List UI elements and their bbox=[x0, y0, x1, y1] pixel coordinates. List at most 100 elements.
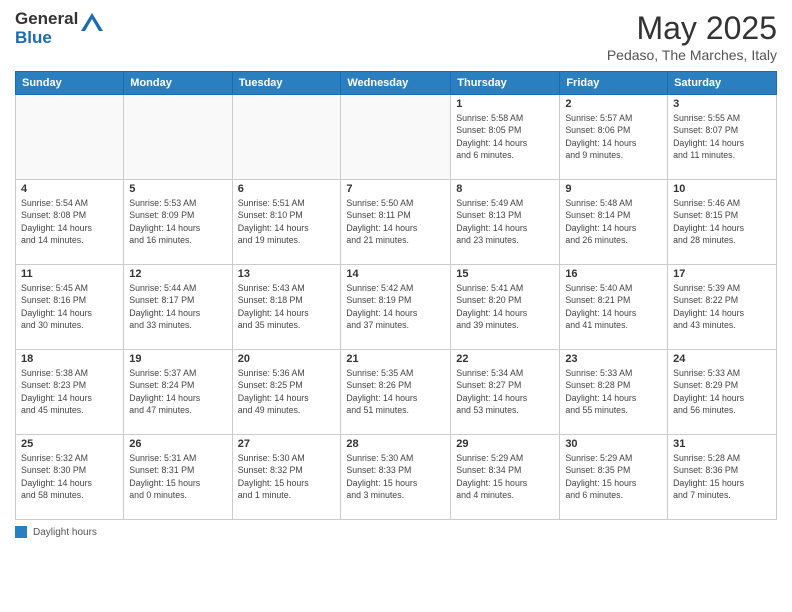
location-subtitle: Pedaso, The Marches, Italy bbox=[607, 47, 777, 63]
header-thursday: Thursday bbox=[451, 72, 560, 95]
logo-icon bbox=[81, 13, 103, 36]
logo-blue-text: Blue bbox=[15, 28, 52, 47]
day-number: 3 bbox=[673, 98, 771, 110]
day-cell bbox=[124, 95, 232, 180]
day-info: Sunrise: 5:36 AM Sunset: 8:25 PM Dayligh… bbox=[238, 367, 336, 416]
day-info: Sunrise: 5:40 AM Sunset: 8:21 PM Dayligh… bbox=[565, 282, 662, 331]
day-number: 29 bbox=[456, 438, 554, 450]
day-info: Sunrise: 5:41 AM Sunset: 8:20 PM Dayligh… bbox=[456, 282, 554, 331]
day-cell: 15 Sunrise: 5:41 AM Sunset: 8:20 PM Dayli… bbox=[451, 265, 560, 350]
day-cell: 16Sunrise: 5:40 AM Sunset: 8:21 PM Dayli… bbox=[560, 265, 668, 350]
day-cell: 2 Sunrise: 5:57 AM Sunset: 8:06 PM Daylig… bbox=[560, 95, 668, 180]
day-number: 27 bbox=[238, 438, 336, 450]
day-cell: 30Sunrise: 5:29 AM Sunset: 8:35 PM Dayli… bbox=[560, 435, 668, 520]
footer-label: Daylight hours bbox=[33, 527, 97, 538]
day-cell: 23 Sunrise: 5:33 AM Sunset: 8:28 PM Dayli… bbox=[560, 350, 668, 435]
day-info: Sunrise: 5:33 AM Sunset: 8:28 PM Dayligh… bbox=[565, 367, 662, 416]
day-number: 14 bbox=[346, 268, 445, 280]
day-number: 25 bbox=[21, 438, 118, 450]
day-number: 26 bbox=[129, 438, 226, 450]
day-number: 23 bbox=[565, 353, 662, 365]
logo: General Blue bbox=[15, 10, 103, 47]
day-cell: 6Sunrise: 5:51 AM Sunset: 8:10 PM Daylig… bbox=[232, 180, 341, 265]
day-cell: 24Sunrise: 5:33 AM Sunset: 8:29 PM Dayli… bbox=[668, 350, 777, 435]
day-cell: 11Sunrise: 5:45 AM Sunset: 8:16 PM Dayli… bbox=[16, 265, 124, 350]
day-cell: 28Sunrise: 5:30 AM Sunset: 8:33 PM Dayli… bbox=[341, 435, 451, 520]
footer: Daylight hours bbox=[15, 526, 777, 538]
week-row-3: 11Sunrise: 5:45 AM Sunset: 8:16 PM Dayli… bbox=[16, 265, 777, 350]
title-section: May 2025 Pedaso, The Marches, Italy bbox=[607, 10, 777, 63]
day-info: Sunrise: 5:30 AM Sunset: 8:32 PM Dayligh… bbox=[238, 452, 336, 501]
day-number: 9 bbox=[565, 183, 662, 195]
day-cell bbox=[16, 95, 124, 180]
day-cell: 9Sunrise: 5:48 AM Sunset: 8:14 PM Daylig… bbox=[560, 180, 668, 265]
day-cell: 17 Sunrise: 5:39 AM Sunset: 8:22 PM Dayli… bbox=[668, 265, 777, 350]
day-cell: 19 Sunrise: 5:37 AM Sunset: 8:24 PM Dayli… bbox=[124, 350, 232, 435]
day-number: 13 bbox=[238, 268, 336, 280]
day-number: 20 bbox=[238, 353, 336, 365]
day-info: Sunrise: 5:33 AM Sunset: 8:29 PM Dayligh… bbox=[673, 367, 771, 416]
week-row-5: 25Sunrise: 5:32 AM Sunset: 8:30 PM Dayli… bbox=[16, 435, 777, 520]
day-number: 30 bbox=[565, 438, 662, 450]
day-cell: 31 Sunrise: 5:28 AM Sunset: 8:36 PM Dayli… bbox=[668, 435, 777, 520]
day-info: Sunrise: 5:39 AM Sunset: 8:22 PM Dayligh… bbox=[673, 282, 771, 331]
day-cell: 21Sunrise: 5:35 AM Sunset: 8:26 PM Dayli… bbox=[341, 350, 451, 435]
day-cell bbox=[232, 95, 341, 180]
day-number: 22 bbox=[456, 353, 554, 365]
weekday-header-row: Sunday Monday Tuesday Wednesday Thursday… bbox=[16, 72, 777, 95]
day-info: Sunrise: 5:28 AM Sunset: 8:36 PM Dayligh… bbox=[673, 452, 771, 501]
header-friday: Friday bbox=[560, 72, 668, 95]
week-row-4: 18 Sunrise: 5:38 AM Sunset: 8:23 PM Dayli… bbox=[16, 350, 777, 435]
day-cell: 22 Sunrise: 5:34 AM Sunset: 8:27 PM Dayli… bbox=[451, 350, 560, 435]
day-number: 28 bbox=[346, 438, 445, 450]
day-cell: 3 Sunrise: 5:55 AM Sunset: 8:07 PM Daylig… bbox=[668, 95, 777, 180]
day-number: 31 bbox=[673, 438, 771, 450]
day-info: Sunrise: 5:46 AM Sunset: 8:15 PM Dayligh… bbox=[673, 197, 771, 246]
day-cell: 29Sunrise: 5:29 AM Sunset: 8:34 PM Dayli… bbox=[451, 435, 560, 520]
day-info: Sunrise: 5:54 AM Sunset: 8:08 PM Dayligh… bbox=[21, 197, 118, 246]
day-number: 5 bbox=[129, 183, 226, 195]
day-info: Sunrise: 5:58 AM Sunset: 8:05 PM Dayligh… bbox=[456, 112, 554, 161]
day-cell: 14Sunrise: 5:42 AM Sunset: 8:19 PM Dayli… bbox=[341, 265, 451, 350]
page: General Blue May 2025 Pedaso, The Marche… bbox=[0, 0, 792, 612]
header-wednesday: Wednesday bbox=[341, 72, 451, 95]
day-info: Sunrise: 5:45 AM Sunset: 8:16 PM Dayligh… bbox=[21, 282, 118, 331]
day-number: 8 bbox=[456, 183, 554, 195]
logo-general-text: General Blue bbox=[15, 10, 78, 47]
header-monday: Monday bbox=[124, 72, 232, 95]
day-info: Sunrise: 5:55 AM Sunset: 8:07 PM Dayligh… bbox=[673, 112, 771, 161]
day-info: Sunrise: 5:38 AM Sunset: 8:23 PM Dayligh… bbox=[21, 367, 118, 416]
day-number: 17 bbox=[673, 268, 771, 280]
day-number: 18 bbox=[21, 353, 118, 365]
day-cell: 5 Sunrise: 5:53 AM Sunset: 8:09 PM Daylig… bbox=[124, 180, 232, 265]
day-number: 10 bbox=[673, 183, 771, 195]
day-info: Sunrise: 5:53 AM Sunset: 8:09 PM Dayligh… bbox=[129, 197, 226, 246]
calendar-body: 1 Sunrise: 5:58 AM Sunset: 8:05 PM Daylig… bbox=[16, 95, 777, 520]
day-number: 1 bbox=[456, 98, 554, 110]
day-cell: 10 Sunrise: 5:46 AM Sunset: 8:15 PM Dayli… bbox=[668, 180, 777, 265]
day-cell bbox=[341, 95, 451, 180]
day-number: 19 bbox=[129, 353, 226, 365]
week-row-1: 1 Sunrise: 5:58 AM Sunset: 8:05 PM Daylig… bbox=[16, 95, 777, 180]
calendar: Sunday Monday Tuesday Wednesday Thursday… bbox=[15, 71, 777, 520]
footer-bullet bbox=[15, 526, 27, 538]
day-cell: 7Sunrise: 5:50 AM Sunset: 8:11 PM Daylig… bbox=[341, 180, 451, 265]
day-info: Sunrise: 5:57 AM Sunset: 8:06 PM Dayligh… bbox=[565, 112, 662, 161]
day-cell: 26Sunrise: 5:31 AM Sunset: 8:31 PM Dayli… bbox=[124, 435, 232, 520]
day-info: Sunrise: 5:34 AM Sunset: 8:27 PM Dayligh… bbox=[456, 367, 554, 416]
day-number: 12 bbox=[129, 268, 226, 280]
week-row-2: 4Sunrise: 5:54 AM Sunset: 8:08 PM Daylig… bbox=[16, 180, 777, 265]
day-number: 2 bbox=[565, 98, 662, 110]
day-info: Sunrise: 5:35 AM Sunset: 8:26 PM Dayligh… bbox=[346, 367, 445, 416]
day-cell: 27 Sunrise: 5:30 AM Sunset: 8:32 PM Dayli… bbox=[232, 435, 341, 520]
header-saturday: Saturday bbox=[668, 72, 777, 95]
header: General Blue May 2025 Pedaso, The Marche… bbox=[15, 10, 777, 63]
logo-text: General Blue bbox=[15, 10, 103, 47]
day-cell: 18 Sunrise: 5:38 AM Sunset: 8:23 PM Dayli… bbox=[16, 350, 124, 435]
day-info: Sunrise: 5:37 AM Sunset: 8:24 PM Dayligh… bbox=[129, 367, 226, 416]
day-info: Sunrise: 5:50 AM Sunset: 8:11 PM Dayligh… bbox=[346, 197, 445, 246]
month-title: May 2025 bbox=[607, 10, 777, 47]
day-number: 15 bbox=[456, 268, 554, 280]
day-cell: 8Sunrise: 5:49 AM Sunset: 8:13 PM Daylig… bbox=[451, 180, 560, 265]
day-cell: 1 Sunrise: 5:58 AM Sunset: 8:05 PM Daylig… bbox=[451, 95, 560, 180]
